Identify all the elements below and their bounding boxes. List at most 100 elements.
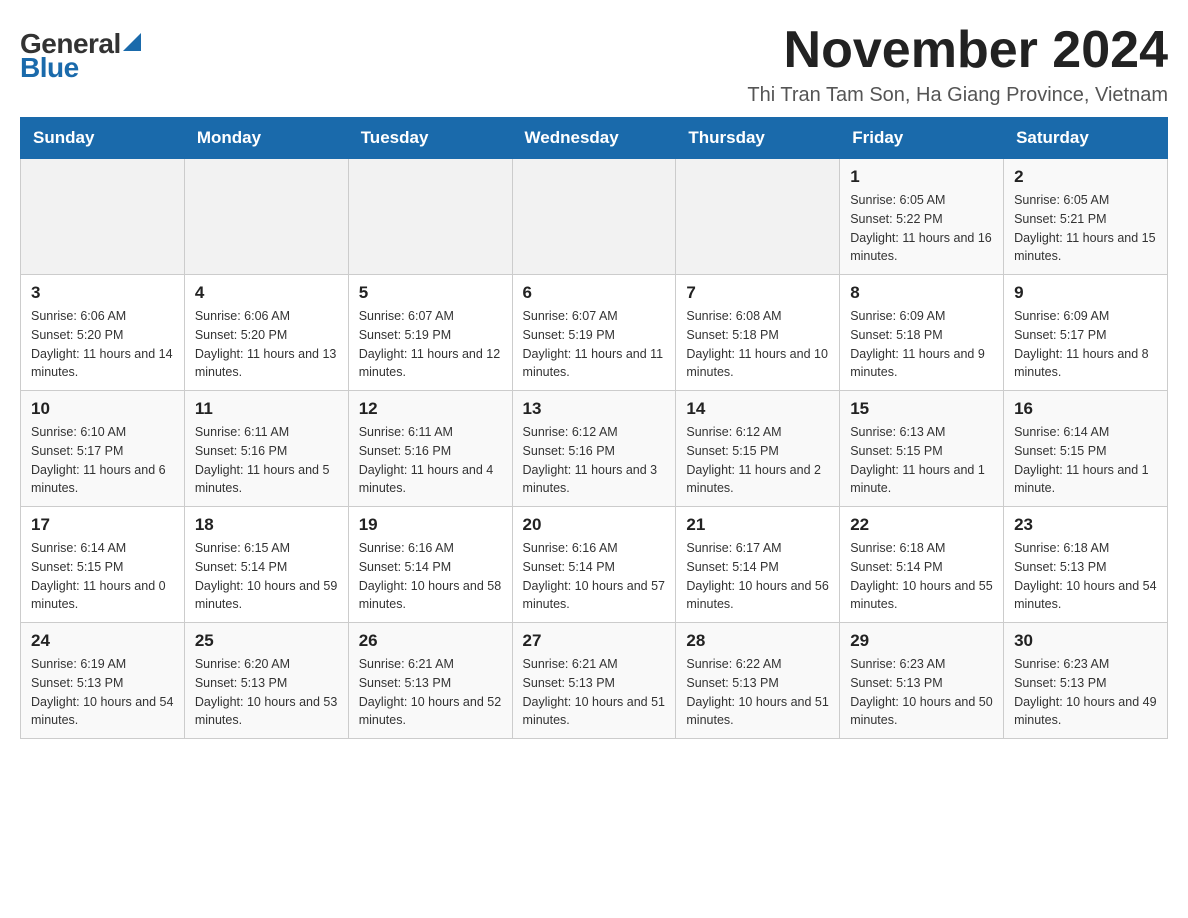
day-number: 22 [850, 515, 993, 535]
day-info: Sunrise: 6:23 AM Sunset: 5:13 PM Dayligh… [850, 655, 993, 730]
calendar-week-row: 3 Sunrise: 6:06 AM Sunset: 5:20 PM Daylig… [21, 275, 1168, 391]
calendar-cell: 11 Sunrise: 6:11 AM Sunset: 5:16 PM Dayli… [184, 391, 348, 507]
day-info: Sunrise: 6:05 AM Sunset: 5:21 PM Dayligh… [1014, 191, 1157, 266]
calendar-cell [184, 159, 348, 275]
day-number: 7 [686, 283, 829, 303]
day-info: Sunrise: 6:13 AM Sunset: 5:15 PM Dayligh… [850, 423, 993, 498]
day-number: 12 [359, 399, 502, 419]
day-number: 24 [31, 631, 174, 651]
day-number: 23 [1014, 515, 1157, 535]
weekday-header-thursday: Thursday [676, 118, 840, 159]
day-number: 11 [195, 399, 338, 419]
calendar-cell [676, 159, 840, 275]
calendar-cell: 15 Sunrise: 6:13 AM Sunset: 5:15 PM Dayli… [840, 391, 1004, 507]
day-info: Sunrise: 6:08 AM Sunset: 5:18 PM Dayligh… [686, 307, 829, 382]
calendar-cell: 16 Sunrise: 6:14 AM Sunset: 5:15 PM Dayli… [1004, 391, 1168, 507]
calendar-cell: 4 Sunrise: 6:06 AM Sunset: 5:20 PM Daylig… [184, 275, 348, 391]
day-info: Sunrise: 6:12 AM Sunset: 5:15 PM Dayligh… [686, 423, 829, 498]
weekday-header-saturday: Saturday [1004, 118, 1168, 159]
day-number: 19 [359, 515, 502, 535]
day-number: 4 [195, 283, 338, 303]
day-info: Sunrise: 6:05 AM Sunset: 5:22 PM Dayligh… [850, 191, 993, 266]
header: General Blue November 2024 Thi Tran Tam … [20, 20, 1168, 107]
day-info: Sunrise: 6:21 AM Sunset: 5:13 PM Dayligh… [359, 655, 502, 730]
day-number: 1 [850, 167, 993, 187]
day-info: Sunrise: 6:14 AM Sunset: 5:15 PM Dayligh… [31, 539, 174, 614]
weekday-header-row: SundayMondayTuesdayWednesdayThursdayFrid… [21, 118, 1168, 159]
weekday-header-monday: Monday [184, 118, 348, 159]
logo-arrow-icon [123, 33, 141, 51]
calendar-cell: 29 Sunrise: 6:23 AM Sunset: 5:13 PM Dayli… [840, 623, 1004, 739]
calendar-cell [21, 159, 185, 275]
day-number: 9 [1014, 283, 1157, 303]
calendar-cell: 20 Sunrise: 6:16 AM Sunset: 5:14 PM Dayli… [512, 507, 676, 623]
day-info: Sunrise: 6:12 AM Sunset: 5:16 PM Dayligh… [523, 423, 666, 498]
calendar-cell: 17 Sunrise: 6:14 AM Sunset: 5:15 PM Dayli… [21, 507, 185, 623]
day-number: 21 [686, 515, 829, 535]
weekday-header-wednesday: Wednesday [512, 118, 676, 159]
calendar-cell: 18 Sunrise: 6:15 AM Sunset: 5:14 PM Dayli… [184, 507, 348, 623]
day-number: 10 [31, 399, 174, 419]
day-info: Sunrise: 6:17 AM Sunset: 5:14 PM Dayligh… [686, 539, 829, 614]
calendar-cell: 25 Sunrise: 6:20 AM Sunset: 5:13 PM Dayli… [184, 623, 348, 739]
day-number: 18 [195, 515, 338, 535]
day-number: 14 [686, 399, 829, 419]
day-info: Sunrise: 6:23 AM Sunset: 5:13 PM Dayligh… [1014, 655, 1157, 730]
calendar-cell: 23 Sunrise: 6:18 AM Sunset: 5:13 PM Dayli… [1004, 507, 1168, 623]
calendar-cell: 1 Sunrise: 6:05 AM Sunset: 5:22 PM Daylig… [840, 159, 1004, 275]
day-number: 25 [195, 631, 338, 651]
calendar-cell: 28Sunrise: 6:22 AM Sunset: 5:13 PM Dayli… [676, 623, 840, 739]
calendar-cell: 10 Sunrise: 6:10 AM Sunset: 5:17 PM Dayli… [21, 391, 185, 507]
day-info: Sunrise: 6:07 AM Sunset: 5:19 PM Dayligh… [359, 307, 502, 382]
day-info: Sunrise: 6:11 AM Sunset: 5:16 PM Dayligh… [195, 423, 338, 498]
day-number: 16 [1014, 399, 1157, 419]
day-info: Sunrise: 6:15 AM Sunset: 5:14 PM Dayligh… [195, 539, 338, 614]
day-info: Sunrise: 6:18 AM Sunset: 5:14 PM Dayligh… [850, 539, 993, 614]
month-title: November 2024 [747, 20, 1168, 80]
day-info: Sunrise: 6:21 AM Sunset: 5:13 PM Dayligh… [523, 655, 666, 730]
day-number: 8 [850, 283, 993, 303]
day-number: 26 [359, 631, 502, 651]
day-number: 28 [686, 631, 829, 651]
calendar-week-row: 10 Sunrise: 6:10 AM Sunset: 5:17 PM Dayli… [21, 391, 1168, 507]
day-info: Sunrise: 6:06 AM Sunset: 5:20 PM Dayligh… [195, 307, 338, 382]
calendar-cell: 6Sunrise: 6:07 AM Sunset: 5:19 PM Daylig… [512, 275, 676, 391]
calendar-cell: 24 Sunrise: 6:19 AM Sunset: 5:13 PM Dayli… [21, 623, 185, 739]
calendar-cell: 3 Sunrise: 6:06 AM Sunset: 5:20 PM Daylig… [21, 275, 185, 391]
weekday-header-sunday: Sunday [21, 118, 185, 159]
logo-blue-text: Blue [20, 54, 141, 82]
calendar-cell: 9 Sunrise: 6:09 AM Sunset: 5:17 PM Daylig… [1004, 275, 1168, 391]
day-info: Sunrise: 6:16 AM Sunset: 5:14 PM Dayligh… [359, 539, 502, 614]
day-info: Sunrise: 6:20 AM Sunset: 5:13 PM Dayligh… [195, 655, 338, 730]
day-number: 20 [523, 515, 666, 535]
calendar-cell: 8 Sunrise: 6:09 AM Sunset: 5:18 PM Daylig… [840, 275, 1004, 391]
day-info: Sunrise: 6:11 AM Sunset: 5:16 PM Dayligh… [359, 423, 502, 498]
calendar-cell [512, 159, 676, 275]
weekday-header-friday: Friday [840, 118, 1004, 159]
day-number: 29 [850, 631, 993, 651]
calendar-cell: 26 Sunrise: 6:21 AM Sunset: 5:13 PM Dayli… [348, 623, 512, 739]
calendar-table: SundayMondayTuesdayWednesdayThursdayFrid… [20, 117, 1168, 739]
day-info: Sunrise: 6:06 AM Sunset: 5:20 PM Dayligh… [31, 307, 174, 382]
day-info: Sunrise: 6:10 AM Sunset: 5:17 PM Dayligh… [31, 423, 174, 498]
day-number: 27 [523, 631, 666, 651]
day-info: Sunrise: 6:18 AM Sunset: 5:13 PM Dayligh… [1014, 539, 1157, 614]
day-info: Sunrise: 6:14 AM Sunset: 5:15 PM Dayligh… [1014, 423, 1157, 498]
logo: General Blue [20, 30, 141, 82]
day-number: 17 [31, 515, 174, 535]
calendar-cell: 14 Sunrise: 6:12 AM Sunset: 5:15 PM Dayli… [676, 391, 840, 507]
day-info: Sunrise: 6:16 AM Sunset: 5:14 PM Dayligh… [523, 539, 666, 614]
calendar-cell: 12 Sunrise: 6:11 AM Sunset: 5:16 PM Dayli… [348, 391, 512, 507]
calendar-week-row: 1 Sunrise: 6:05 AM Sunset: 5:22 PM Daylig… [21, 159, 1168, 275]
day-number: 6 [523, 283, 666, 303]
day-number: 3 [31, 283, 174, 303]
day-info: Sunrise: 6:19 AM Sunset: 5:13 PM Dayligh… [31, 655, 174, 730]
calendar-cell: 2Sunrise: 6:05 AM Sunset: 5:21 PM Daylig… [1004, 159, 1168, 275]
day-number: 30 [1014, 631, 1157, 651]
day-info: Sunrise: 6:09 AM Sunset: 5:18 PM Dayligh… [850, 307, 993, 382]
calendar-cell: 19 Sunrise: 6:16 AM Sunset: 5:14 PM Dayli… [348, 507, 512, 623]
day-info: Sunrise: 6:09 AM Sunset: 5:17 PM Dayligh… [1014, 307, 1157, 382]
calendar-cell: 30 Sunrise: 6:23 AM Sunset: 5:13 PM Dayli… [1004, 623, 1168, 739]
day-number: 15 [850, 399, 993, 419]
calendar-cell: 27 Sunrise: 6:21 AM Sunset: 5:13 PM Dayli… [512, 623, 676, 739]
